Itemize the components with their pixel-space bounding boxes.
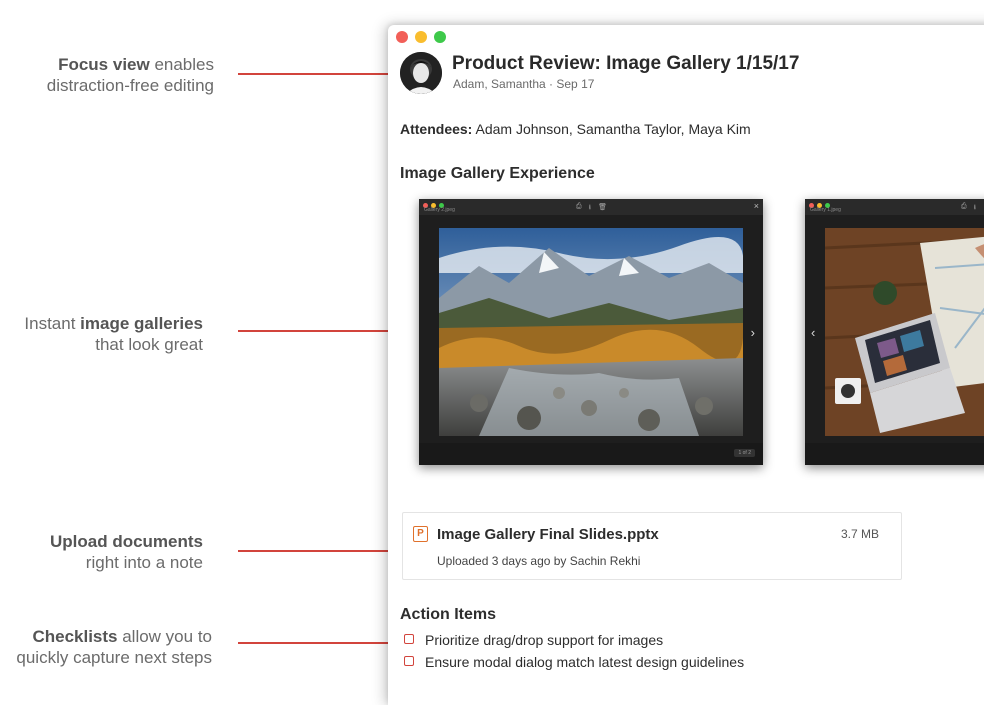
gallery-heading: Image Gallery Experience	[400, 165, 595, 182]
note-title[interactable]: Product Review: Image Gallery 1/15/17	[452, 53, 799, 75]
attendees-value: Adam Johnson, Samantha Taylor, Maya Kim	[472, 121, 751, 137]
image-gallery-viewer[interactable]: Gallery 1.jpeg ⎙ ⭳ ‹	[805, 199, 984, 465]
avatar	[400, 52, 442, 94]
viewer-toolbar: Gallery 2.jpeg ⎙ ⭳ 🗑 ×	[419, 199, 763, 215]
viewer-filename: Gallery 2.jpeg	[424, 207, 455, 213]
chevron-right-icon[interactable]: ›	[751, 325, 755, 340]
close-icon[interactable]: ×	[754, 201, 759, 211]
thumbnail-strip	[419, 443, 763, 465]
zoom-window-button[interactable]	[434, 31, 446, 43]
attachment-name[interactable]: Image Gallery Final Slides.pptx	[437, 526, 659, 543]
checkbox-icon[interactable]	[404, 656, 414, 666]
attendees-label: Attendees:	[400, 121, 473, 137]
thumbnail-strip	[805, 443, 984, 465]
checklist-item: Prioritize drag/drop support for images	[404, 632, 663, 648]
download-icon[interactable]: ⭳	[589, 203, 591, 214]
viewer-toolbar: Gallery 1.jpeg ⎙ ⭳	[805, 199, 984, 215]
checkbox-icon[interactable]	[404, 634, 414, 644]
callout-leader-line	[238, 642, 388, 644]
callout-leader-line	[238, 330, 388, 332]
callout-checklists: Checklists allow you to quickly capture …	[16, 627, 212, 667]
callout-leader-line	[238, 550, 388, 552]
checklist-item: Ensure modal dialog match latest design …	[404, 654, 744, 670]
callout-upload-documents: Upload documents right into a note	[49, 532, 203, 572]
trash-icon[interactable]: 🗑	[598, 203, 607, 214]
attachment-meta: Uploaded 3 days ago by Sachin Rekhi	[437, 554, 641, 568]
pptx-file-icon: P	[413, 526, 428, 542]
gallery-image-desk	[825, 228, 984, 436]
callout-leader-line	[238, 73, 388, 75]
minimize-window-button[interactable]	[415, 31, 427, 43]
gallery-image-mountains	[439, 228, 743, 436]
document-attachment[interactable]: P Image Gallery Final Slides.pptx 3.7 MB…	[402, 512, 902, 580]
note-subtitle: Adam, Samantha · Sep 17	[453, 77, 595, 91]
print-icon[interactable]: ⎙	[961, 203, 967, 214]
print-icon[interactable]: ⎙	[576, 203, 582, 214]
callout-focus-view: Focus view enables distraction-free edit…	[46, 55, 214, 95]
image-counter: 1 of 2	[734, 449, 755, 457]
checklist-item-label[interactable]: Prioritize drag/drop support for images	[425, 632, 663, 648]
close-window-button[interactable]	[396, 31, 408, 43]
attendees-line[interactable]: Attendees: Adam Johnson, Samantha Taylor…	[400, 121, 751, 137]
attachment-size: 3.7 MB	[840, 527, 879, 541]
window-controls	[396, 31, 446, 43]
download-icon[interactable]: ⭳	[974, 203, 976, 214]
image-gallery-viewer[interactable]: Gallery 2.jpeg ⎙ ⭳ 🗑 × › 1 of 2	[419, 199, 763, 465]
callout-image-galleries: Instant image galleries that look great	[24, 314, 203, 354]
action-items-heading: Action Items	[400, 606, 497, 623]
viewer-filename: Gallery 1.jpeg	[810, 207, 841, 213]
chevron-left-icon[interactable]: ‹	[811, 325, 815, 340]
note-window: Product Review: Image Gallery 1/15/17 Ad…	[388, 25, 984, 705]
checklist-item-label[interactable]: Ensure modal dialog match latest design …	[425, 654, 744, 670]
